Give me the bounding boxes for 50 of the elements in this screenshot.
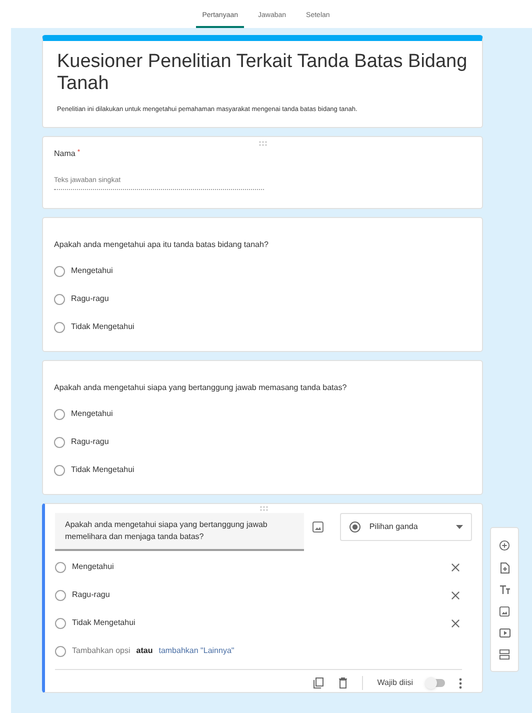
radio-button[interactable] <box>54 436 65 448</box>
video-icon[interactable] <box>498 628 510 638</box>
option-label: Tidak Mengetahui <box>72 617 136 630</box>
required-toggle[interactable] <box>427 679 445 688</box>
remove-icon[interactable] <box>451 562 460 572</box>
more-icon[interactable] <box>459 678 462 689</box>
add-icon[interactable] <box>499 540 510 550</box>
add-other-link[interactable]: tambahkan "Lainnya" <box>158 645 234 658</box>
question-type-dropdown[interactable]: Pilihan ganda <box>340 513 472 542</box>
question-card[interactable]: Apakah anda mengetahui siapa yang bertanggung jawab memelihara dan menjaga tanda batas? Pilihan ganda Mengetahui Ragu-ragu Tidak Mengetahui Tambahkan opsi atau tambahkan "Lainnya" Wajib diisi <box>42 503 483 694</box>
radio-selected-icon <box>349 521 362 534</box>
option-label: Mengetahui <box>71 265 113 278</box>
option-label: Ragu-ragu <box>71 293 109 306</box>
radio-button[interactable] <box>55 618 66 629</box>
remove-icon[interactable] <box>451 618 460 628</box>
trash-icon[interactable] <box>338 677 348 690</box>
dropdown-caret-icon <box>456 525 464 530</box>
option-label: Ragu-ragu <box>71 436 109 448</box>
radio-button[interactable] <box>55 590 66 601</box>
remove-icon[interactable] <box>451 590 460 600</box>
section-icon[interactable] <box>499 648 510 660</box>
title-icon[interactable] <box>498 584 510 594</box>
question-title: Apakah anda mengetahui siapa yang bertanggung jawab memasang tanda batas? <box>54 382 348 394</box>
image-icon[interactable] <box>312 521 324 534</box>
option-label: Ragu-ragu <box>72 589 110 602</box>
option-label: Mengetahui <box>71 408 113 420</box>
option-label: Tidak Mengetahui <box>71 464 134 476</box>
radio-button[interactable] <box>54 294 65 305</box>
question-title: Nama <box>54 148 76 160</box>
import-icon[interactable] <box>500 562 510 574</box>
radio-button[interactable] <box>55 562 66 573</box>
radio-button[interactable] <box>54 464 65 476</box>
option-label: Mengetahui <box>72 561 114 574</box>
question-card[interactable]: Apakah anda mengetahui apa itu tanda batas bidang tanah? Mengetahui Ragu-ragu Tidak Mengetahui <box>42 217 483 352</box>
required-label: Wajib diisi <box>377 677 413 690</box>
image-icon[interactable] <box>499 606 510 616</box>
drag-handle-icon[interactable] <box>258 506 268 512</box>
add-option-link[interactable]: Tambahkan opsi <box>72 645 130 658</box>
radio-button[interactable] <box>54 322 65 333</box>
question-title: Apakah anda mengetahui apa itu tanda batas bidang tanah? <box>54 239 270 252</box>
radio-outline-icon <box>55 646 66 657</box>
form-title[interactable]: Kuesioner Penelitian Terkait Tanda Batas Bidang Tanah <box>57 51 468 95</box>
radio-button[interactable] <box>54 266 65 277</box>
drag-handle-icon[interactable] <box>258 140 268 146</box>
duplicate-icon[interactable] <box>313 677 324 690</box>
separator-text: atau <box>136 645 153 658</box>
radio-button[interactable] <box>54 408 65 420</box>
question-card[interactable]: Apakah anda mengetahui siapa yang bertanggung jawab memasang tanda batas? Mengetahui Ragu-ragu Tidak Mengetahui <box>42 360 483 496</box>
question-title-field[interactable]: Apakah anda mengetahui siapa yang bertanggung jawab memelihara dan menjaga tanda batas? <box>55 513 304 552</box>
option-label: Tidak Mengetahui <box>71 321 134 334</box>
